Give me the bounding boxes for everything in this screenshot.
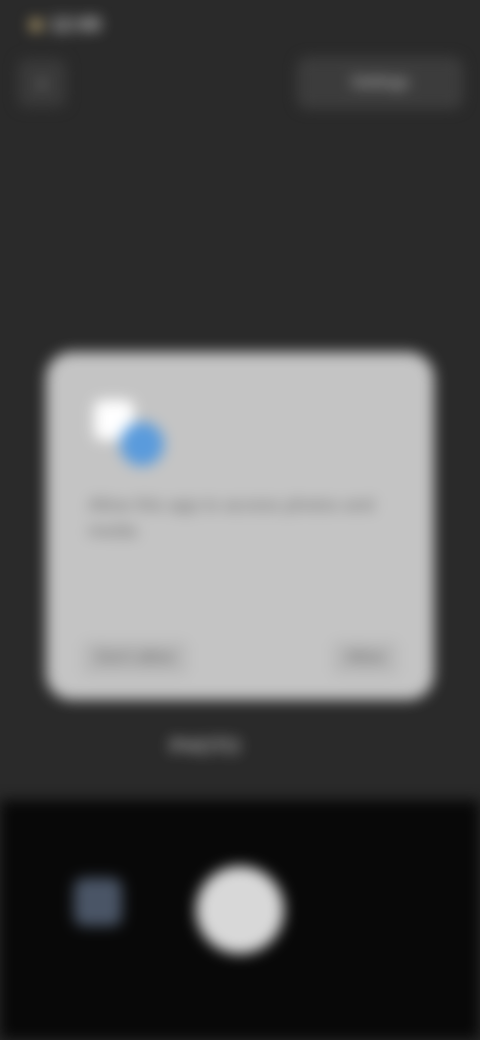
cloud-app-icon <box>94 394 174 474</box>
status-time: 12:00 <box>50 13 102 36</box>
blurred-content: 12:00 ‹ Settings Allow this app to acces… <box>0 0 480 1040</box>
back-arrow-icon: ‹ <box>38 70 46 95</box>
top-pill-label: Settings <box>351 74 409 91</box>
allow-button[interactable]: Allow <box>331 641 398 675</box>
gallery-thumbnail-icon[interactable] <box>74 878 122 926</box>
camera-mode-main[interactable]: PHOTO <box>140 736 270 766</box>
top-pill-button[interactable]: Settings <box>298 58 462 108</box>
permission-dialog: Allow this app to access photos and medi… <box>46 352 434 700</box>
app-icon-circle <box>120 422 164 466</box>
deny-button[interactable]: Don't allow <box>82 641 188 675</box>
dialog-actions: Don't allow Allow <box>82 638 398 678</box>
top-bar: ‹ Settings <box>18 58 462 108</box>
camera-screen: 12:00 ‹ Settings Allow this app to acces… <box>0 0 480 1040</box>
status-dot-icon <box>30 19 42 31</box>
dialog-title: Allow this app to access photos and medi… <box>88 495 375 541</box>
status-bar: 12:00 <box>30 10 140 40</box>
shutter-button-icon[interactable] <box>196 866 284 954</box>
camera-controls-bar <box>0 800 480 1040</box>
back-button[interactable]: ‹ <box>18 59 66 107</box>
camera-mode-side[interactable] <box>282 740 352 764</box>
